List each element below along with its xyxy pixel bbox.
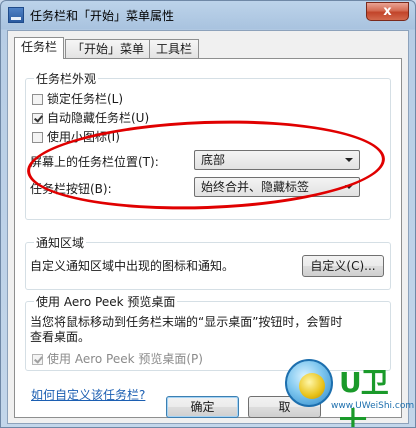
- ok-button[interactable]: 确定: [166, 396, 239, 418]
- taskbar-buttons-dropdown[interactable]: 始终合并、隐藏标签: [194, 177, 360, 197]
- autohide-taskbar-option[interactable]: 自动隐藏任务栏(U): [32, 109, 149, 126]
- aero-peek-checkbox[interactable]: [32, 354, 43, 365]
- help-link[interactable]: 如何自定义该任务栏?: [31, 386, 145, 403]
- small-icons-label: 使用小图标(I): [47, 130, 120, 144]
- taskbar-position-value: 底部: [201, 153, 226, 167]
- close-button[interactable]: x: [366, 2, 409, 21]
- watermark-logo: U卫士 www.UWeiShi.com: [283, 355, 415, 427]
- taskbar-position-dropdown[interactable]: 底部: [194, 150, 360, 170]
- tab-taskbar[interactable]: 任务栏: [14, 37, 65, 59]
- tab-start-menu[interactable]: 「开始」菜单: [65, 39, 152, 58]
- small-icons-checkbox[interactable]: [32, 132, 43, 143]
- autohide-taskbar-label: 自动隐藏任务栏(U): [47, 111, 150, 125]
- aero-peek-option[interactable]: 使用 Aero Peek 预览桌面(P): [32, 350, 203, 367]
- notification-description: 自定义通知区域中出现的图标和通知。: [30, 259, 235, 273]
- aero-peek-label: 使用 Aero Peek 预览桌面(P): [47, 352, 203, 366]
- lock-taskbar-option[interactable]: 锁定任务栏(L): [32, 90, 123, 107]
- lock-taskbar-label: 锁定任务栏(L): [47, 92, 124, 106]
- group-notification-area: 通知区域 自定义通知区域中出现的图标和通知。 自定义(C)...: [25, 234, 391, 290]
- chevron-down-icon: [345, 185, 353, 189]
- group-title-notification: 通知区域: [34, 234, 87, 251]
- group-title-aero-peek: 使用 Aero Peek 预览桌面: [34, 293, 178, 310]
- small-icons-option[interactable]: 使用小图标(I): [32, 128, 120, 145]
- logo-ball-icon: [299, 373, 325, 399]
- logo-emblem-icon: [285, 359, 333, 407]
- tab-toolbars[interactable]: 工具栏: [149, 39, 200, 58]
- lock-taskbar-checkbox[interactable]: [32, 94, 43, 105]
- aero-peek-description-line2: 查看桌面。: [30, 330, 91, 344]
- watermark-text: U卫士: [339, 366, 389, 428]
- autohide-taskbar-checkbox[interactable]: [32, 113, 43, 124]
- customize-button[interactable]: 自定义(C)...: [302, 255, 384, 277]
- chevron-down-icon: [345, 158, 353, 162]
- taskbar-buttons-label: 任务栏按钮(B):: [30, 182, 112, 196]
- watermark-url: www.UWeiShi.com: [331, 401, 415, 411]
- taskbar-position-label: 屏幕上的任务栏位置(T):: [30, 155, 159, 169]
- taskbar-app-icon: [8, 7, 24, 23]
- taskbar-buttons-value: 始终合并、隐藏标签: [201, 180, 310, 194]
- properties-window: 任务栏和「开始」菜单属性 x 任务栏 「开始」菜单 工具栏 任务栏外观 锁定任务…: [0, 0, 416, 428]
- title-bar[interactable]: 任务栏和「开始」菜单属性 x: [1, 1, 415, 29]
- window-title: 任务栏和「开始」菜单属性: [30, 9, 175, 23]
- group-title-appearance: 任务栏外观: [34, 70, 99, 87]
- group-taskbar-appearance: 任务栏外观 锁定任务栏(L) 自动隐藏任务栏(U) 使用小图标(I) 屏幕上的任…: [25, 70, 391, 220]
